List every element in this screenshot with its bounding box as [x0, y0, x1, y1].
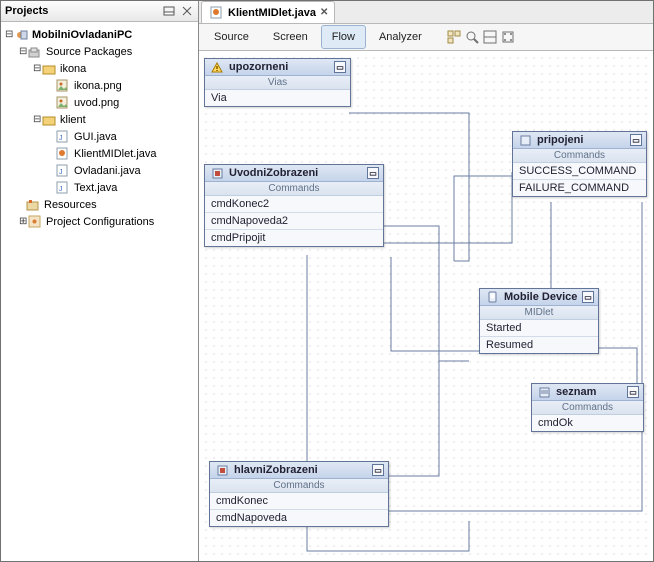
node-row[interactable]: Via [205, 90, 350, 106]
node-hlavni[interactable]: hlavniZobrazeni▭ Commands cmdKonec cmdNa… [209, 461, 389, 527]
node-row[interactable]: SUCCESS_COMMAND [513, 163, 646, 180]
svg-text:J: J [59, 169, 63, 176]
editor-tab[interactable]: KlientMIDlet.java ✕ [201, 1, 335, 23]
editor-tabbar: KlientMIDlet.java ✕ [199, 1, 653, 24]
overview-icon[interactable] [447, 29, 463, 45]
collapse-icon[interactable]: ⊟ [5, 29, 13, 40]
tree-src-packages[interactable]: ⊟ Source Packages [3, 43, 196, 60]
node-upozorneni[interactable]: upozorneni▭ Vias Via [204, 58, 351, 107]
node-row[interactable]: cmdKonec2 [205, 196, 383, 213]
minimize-node-icon[interactable]: ▭ [367, 167, 379, 179]
screen-icon [517, 133, 533, 147]
resources-icon [25, 198, 41, 212]
node-row[interactable]: cmdNapoveda2 [205, 213, 383, 230]
tree-file-uvod-png[interactable]: uvod.png [3, 94, 196, 111]
alert-icon [209, 60, 225, 74]
svg-text:J: J [59, 135, 63, 142]
image-file-icon [55, 96, 71, 110]
device-icon [484, 290, 500, 304]
zoom-icon[interactable] [465, 29, 481, 45]
source-packages-icon [27, 45, 43, 59]
minimize-node-icon[interactable]: ▭ [334, 61, 346, 73]
minimize-node-icon[interactable]: ▭ [627, 386, 639, 398]
java-file-icon: J [55, 164, 71, 178]
flow-canvas[interactable]: upozorneni▭ Vias Via pripojeni▭ Commands… [199, 51, 653, 561]
project-icon [13, 28, 29, 42]
mode-analyzer[interactable]: Analyzer [368, 25, 433, 49]
projects-panel: Projects ⊟ MobilniOvladaniPC ⊟ Source Pa… [1, 1, 199, 561]
svg-text:J: J [59, 186, 63, 193]
tree-resources[interactable]: Resources [3, 196, 196, 213]
minimize-node-icon[interactable]: ▭ [582, 291, 594, 303]
tree-project-config[interactable]: ⊞ Project Configurations [3, 213, 196, 230]
editor-toolbar: Source Screen Flow Analyzer [199, 24, 653, 51]
config-icon [27, 215, 43, 229]
java-file-icon: J [55, 181, 71, 195]
layout-icon[interactable] [483, 29, 499, 45]
tree-file-klientmidlet-java[interactable]: KlientMIDlet.java [3, 145, 196, 162]
node-row[interactable]: Started [480, 320, 598, 337]
expand-icon[interactable]: ⊞ [19, 216, 27, 227]
node-uvodni[interactable]: UvodniZobrazeni▭ Commands cmdKonec2 cmdN… [204, 164, 384, 247]
node-pripojeni[interactable]: pripojeni▭ Commands SUCCESS_COMMAND FAIL… [512, 131, 647, 197]
node-row[interactable]: cmdPripojit [205, 230, 383, 246]
package-icon [41, 113, 57, 127]
java-file-icon: J [55, 130, 71, 144]
snap-icon[interactable] [501, 29, 517, 45]
projects-header: Projects [1, 1, 198, 22]
mode-screen[interactable]: Screen [262, 25, 319, 49]
tab-close-icon[interactable]: ✕ [320, 7, 328, 18]
editor-panel: KlientMIDlet.java ✕ Source Screen Flow A… [199, 1, 653, 561]
collapse-icon[interactable]: ⊟ [33, 63, 41, 74]
mode-source[interactable]: Source [203, 25, 260, 49]
image-file-icon [55, 79, 71, 93]
node-seznam[interactable]: seznam▭ Commands cmdOk [531, 383, 644, 432]
project-tree: ⊟ MobilniOvladaniPC ⊟ Source Packages ⊟ … [1, 22, 198, 234]
tree-file-gui-java[interactable]: J GUI.java [3, 128, 196, 145]
screen-icon [209, 166, 225, 180]
package-icon [41, 62, 57, 76]
midlet-file-icon [208, 6, 224, 20]
tree-file-text-java[interactable]: J Text.java [3, 179, 196, 196]
screen-icon [214, 463, 230, 477]
node-row[interactable]: FAILURE_COMMAND [513, 180, 646, 196]
node-row[interactable]: cmdKonec [210, 493, 388, 510]
close-panel-icon[interactable] [180, 4, 194, 18]
projects-title: Projects [5, 5, 48, 17]
tree-file-ikona-png[interactable]: ikona.png [3, 77, 196, 94]
node-row[interactable]: Resumed [480, 337, 598, 353]
tree-file-ovladani-java[interactable]: J Ovladani.java [3, 162, 196, 179]
node-mobile-device[interactable]: Mobile Device▭ MIDlet Started Resumed [479, 288, 599, 354]
tree-pkg-ikona[interactable]: ⊟ ikona [3, 60, 196, 77]
collapse-icon[interactable]: ⊟ [19, 46, 27, 57]
midlet-file-icon [55, 147, 71, 161]
collapse-icon[interactable]: ⊟ [33, 114, 41, 125]
mode-flow[interactable]: Flow [321, 25, 366, 49]
node-row[interactable]: cmdNapoveda [210, 510, 388, 526]
screen-icon [536, 385, 552, 399]
tree-pkg-klient[interactable]: ⊟ klient [3, 111, 196, 128]
minimize-icon[interactable] [162, 4, 176, 18]
minimize-node-icon[interactable]: ▭ [630, 134, 642, 146]
node-row[interactable]: cmdOk [532, 415, 643, 431]
minimize-node-icon[interactable]: ▭ [372, 464, 384, 476]
tree-root[interactable]: ⊟ MobilniOvladaniPC [3, 26, 196, 43]
